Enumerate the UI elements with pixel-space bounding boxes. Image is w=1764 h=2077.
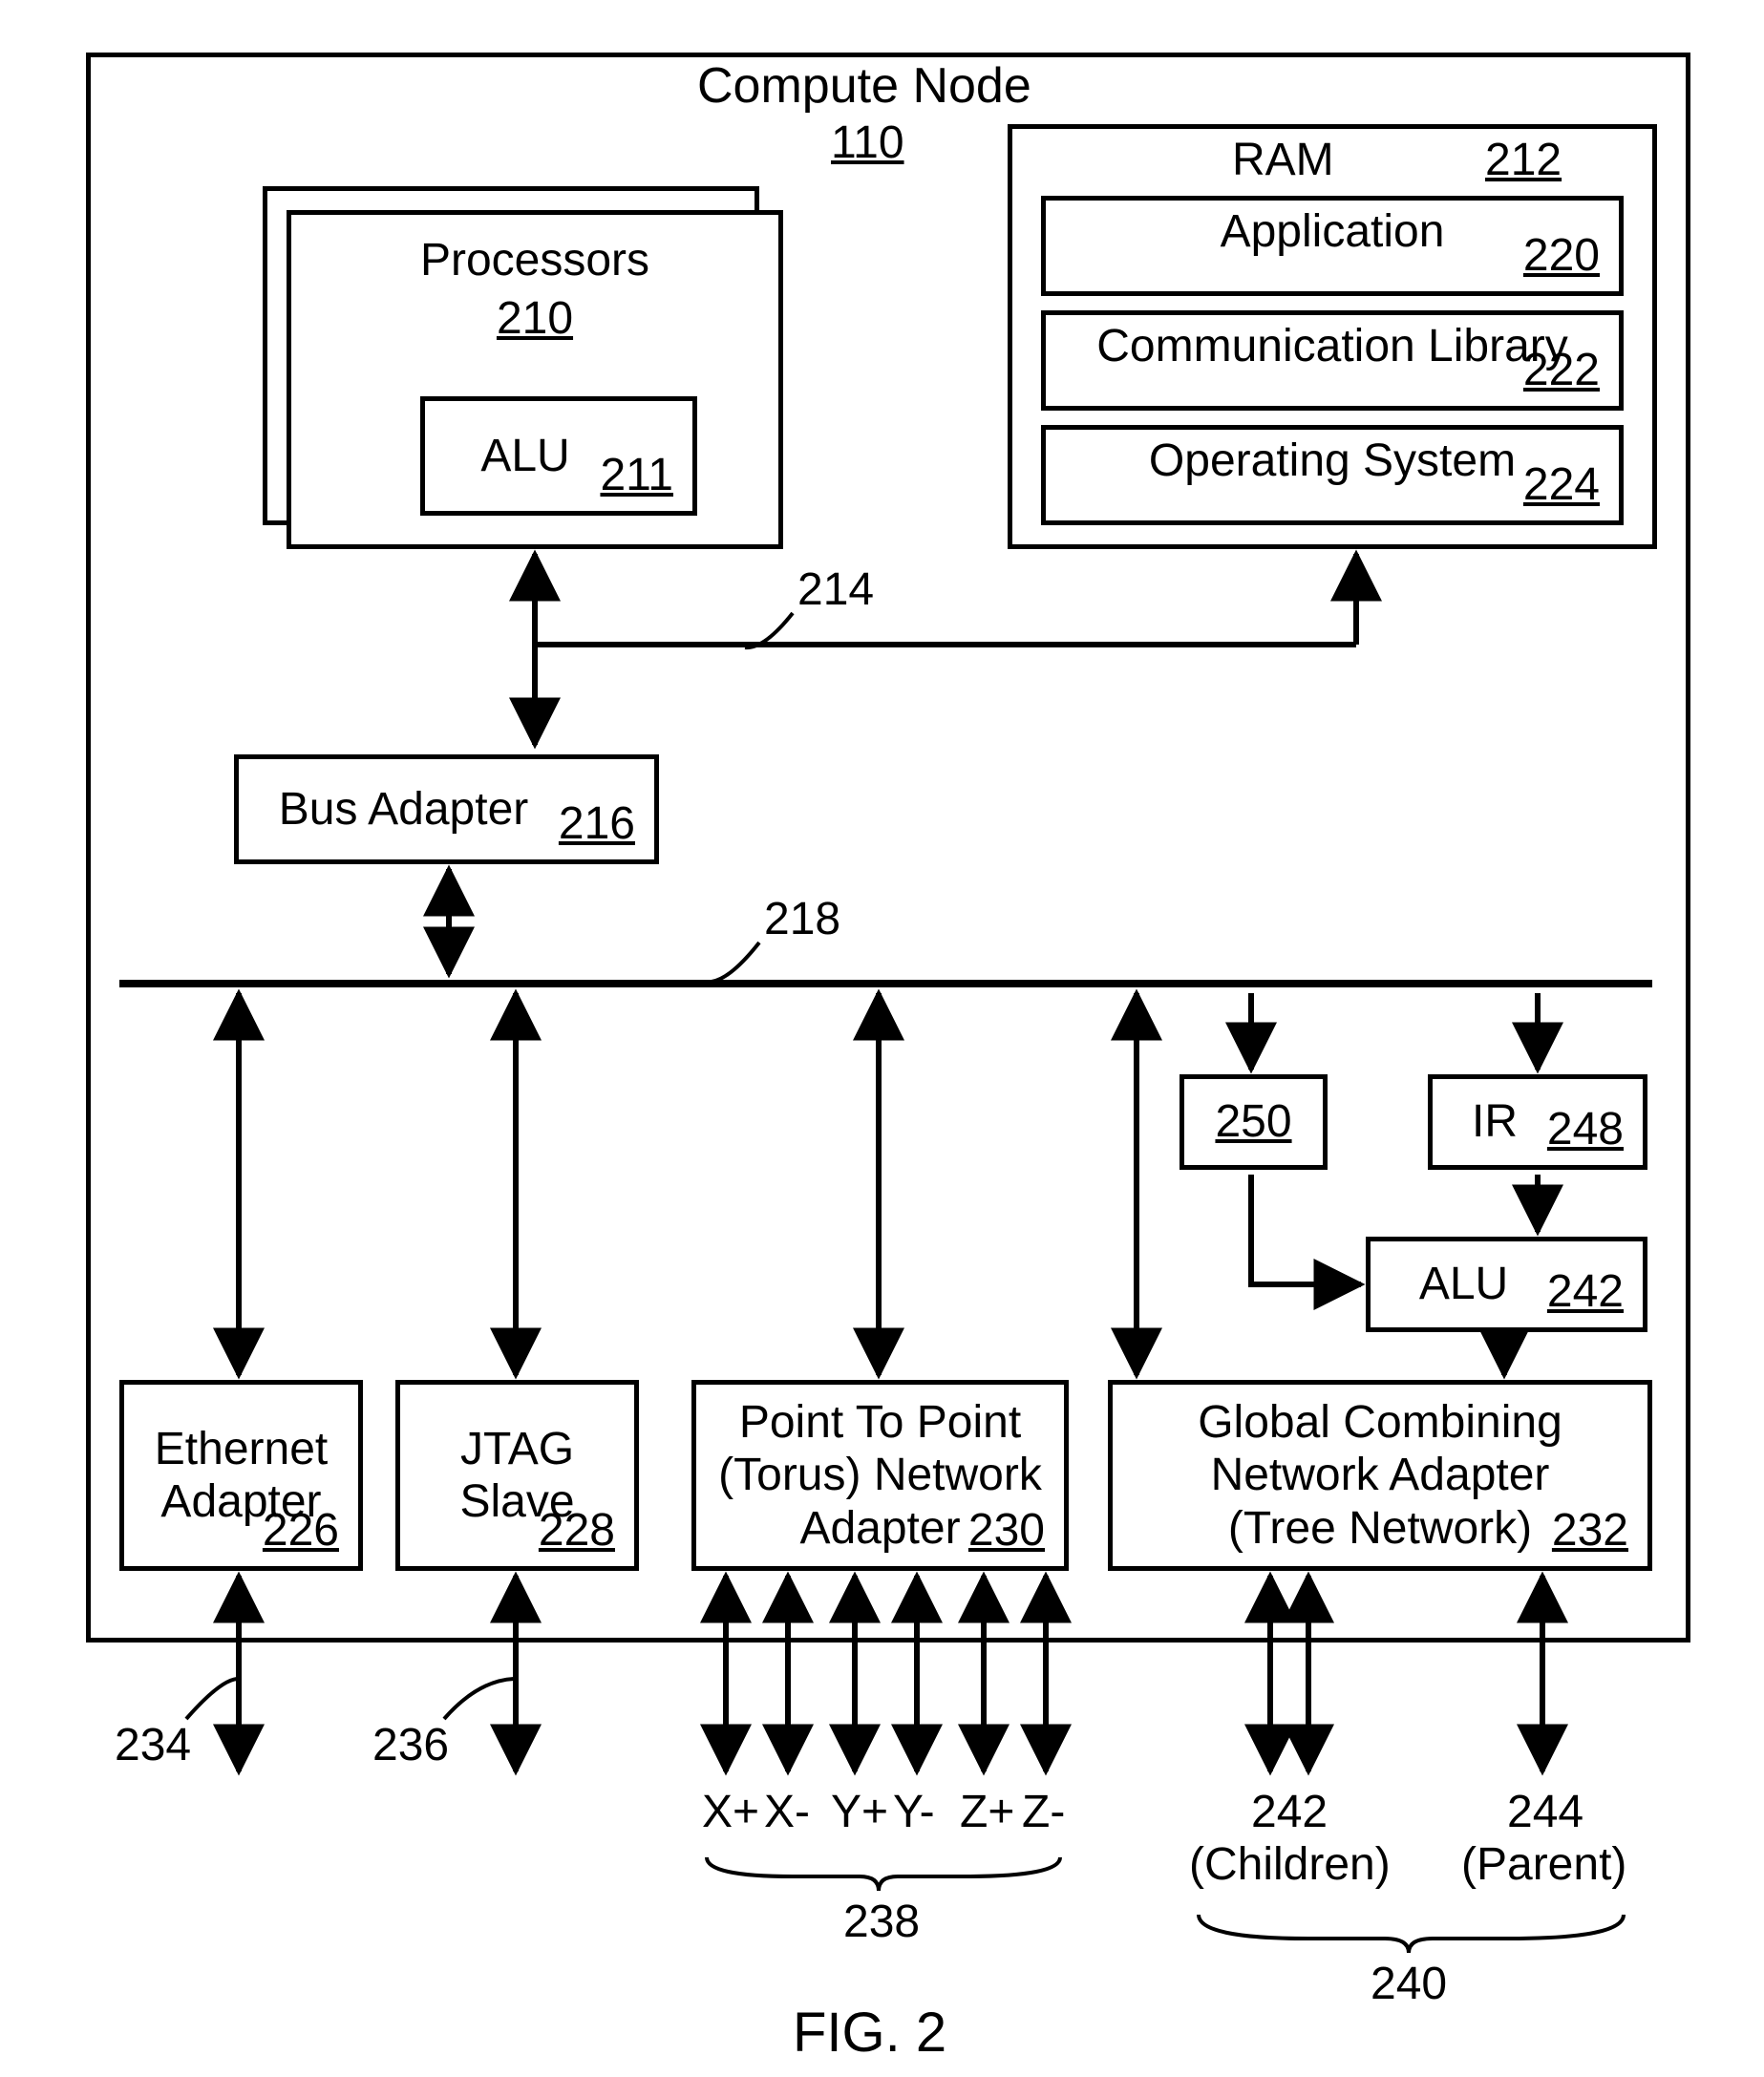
connectors-svg (0, 0, 1764, 2077)
